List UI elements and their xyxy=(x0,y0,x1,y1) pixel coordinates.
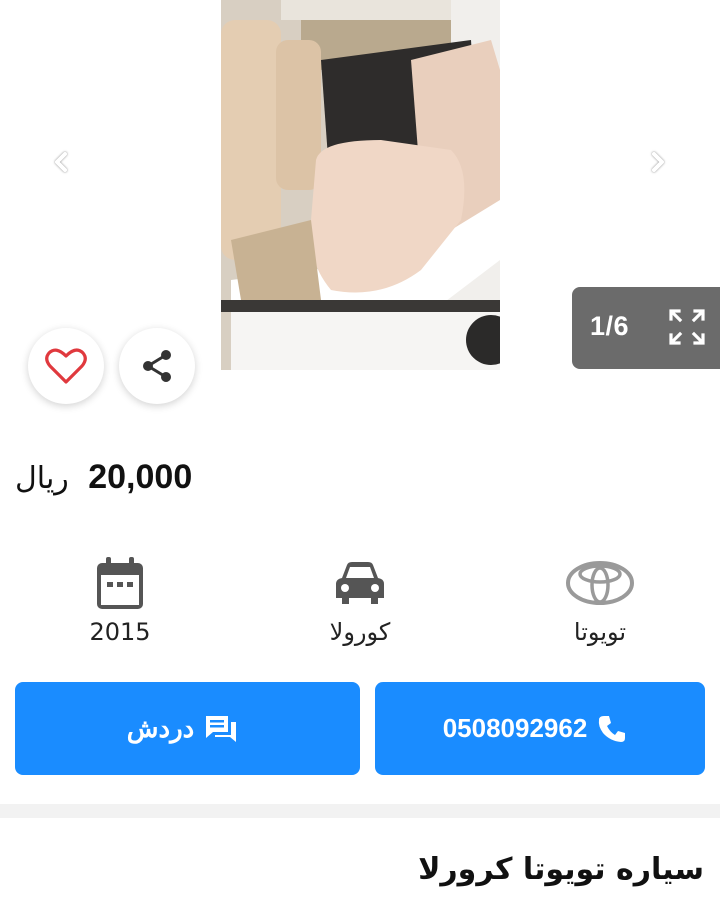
spec-model: كورولا xyxy=(280,548,440,646)
phone-icon xyxy=(599,715,626,742)
spec-make: تويوتا xyxy=(520,548,680,646)
spec-model-label: كورولا xyxy=(329,618,391,646)
call-button[interactable]: 0508092962 xyxy=(375,682,705,775)
spec-year: 2015 xyxy=(40,548,200,646)
phone-number: 0508092962 xyxy=(442,713,588,743)
price-value: 20,000 xyxy=(88,458,193,496)
favorite-button[interactable] xyxy=(28,328,104,404)
toyota-logo-icon xyxy=(566,561,634,605)
photo-gallery[interactable]: 1/6 xyxy=(0,0,720,372)
chat-icon xyxy=(206,715,237,742)
prev-photo-button[interactable] xyxy=(46,147,76,177)
fullscreen-icon[interactable] xyxy=(668,308,706,346)
chevron-left-icon xyxy=(55,152,67,172)
chat-button-label: دردش xyxy=(126,713,195,743)
chevron-right-icon xyxy=(652,152,664,172)
car-icon xyxy=(336,562,384,604)
share-icon xyxy=(143,350,171,382)
chat-button[interactable]: دردش xyxy=(15,682,360,775)
photo-counter[interactable]: 1/6 xyxy=(572,287,720,369)
listing-photo[interactable] xyxy=(221,0,500,370)
photo-counter-text: 1/6 xyxy=(590,311,630,341)
calendar-icon xyxy=(97,557,143,609)
next-photo-button[interactable] xyxy=(643,147,673,177)
section-divider xyxy=(0,804,720,818)
heart-icon xyxy=(45,348,87,384)
spec-year-label: 2015 xyxy=(89,618,151,646)
listing-title: سياره تويوتا كرورلا xyxy=(418,852,704,887)
spec-make-label: تويوتا xyxy=(573,618,627,646)
price-currency: ريال xyxy=(15,461,69,496)
listing-price: 20,000 ريال xyxy=(15,458,192,497)
share-button[interactable] xyxy=(119,328,195,404)
